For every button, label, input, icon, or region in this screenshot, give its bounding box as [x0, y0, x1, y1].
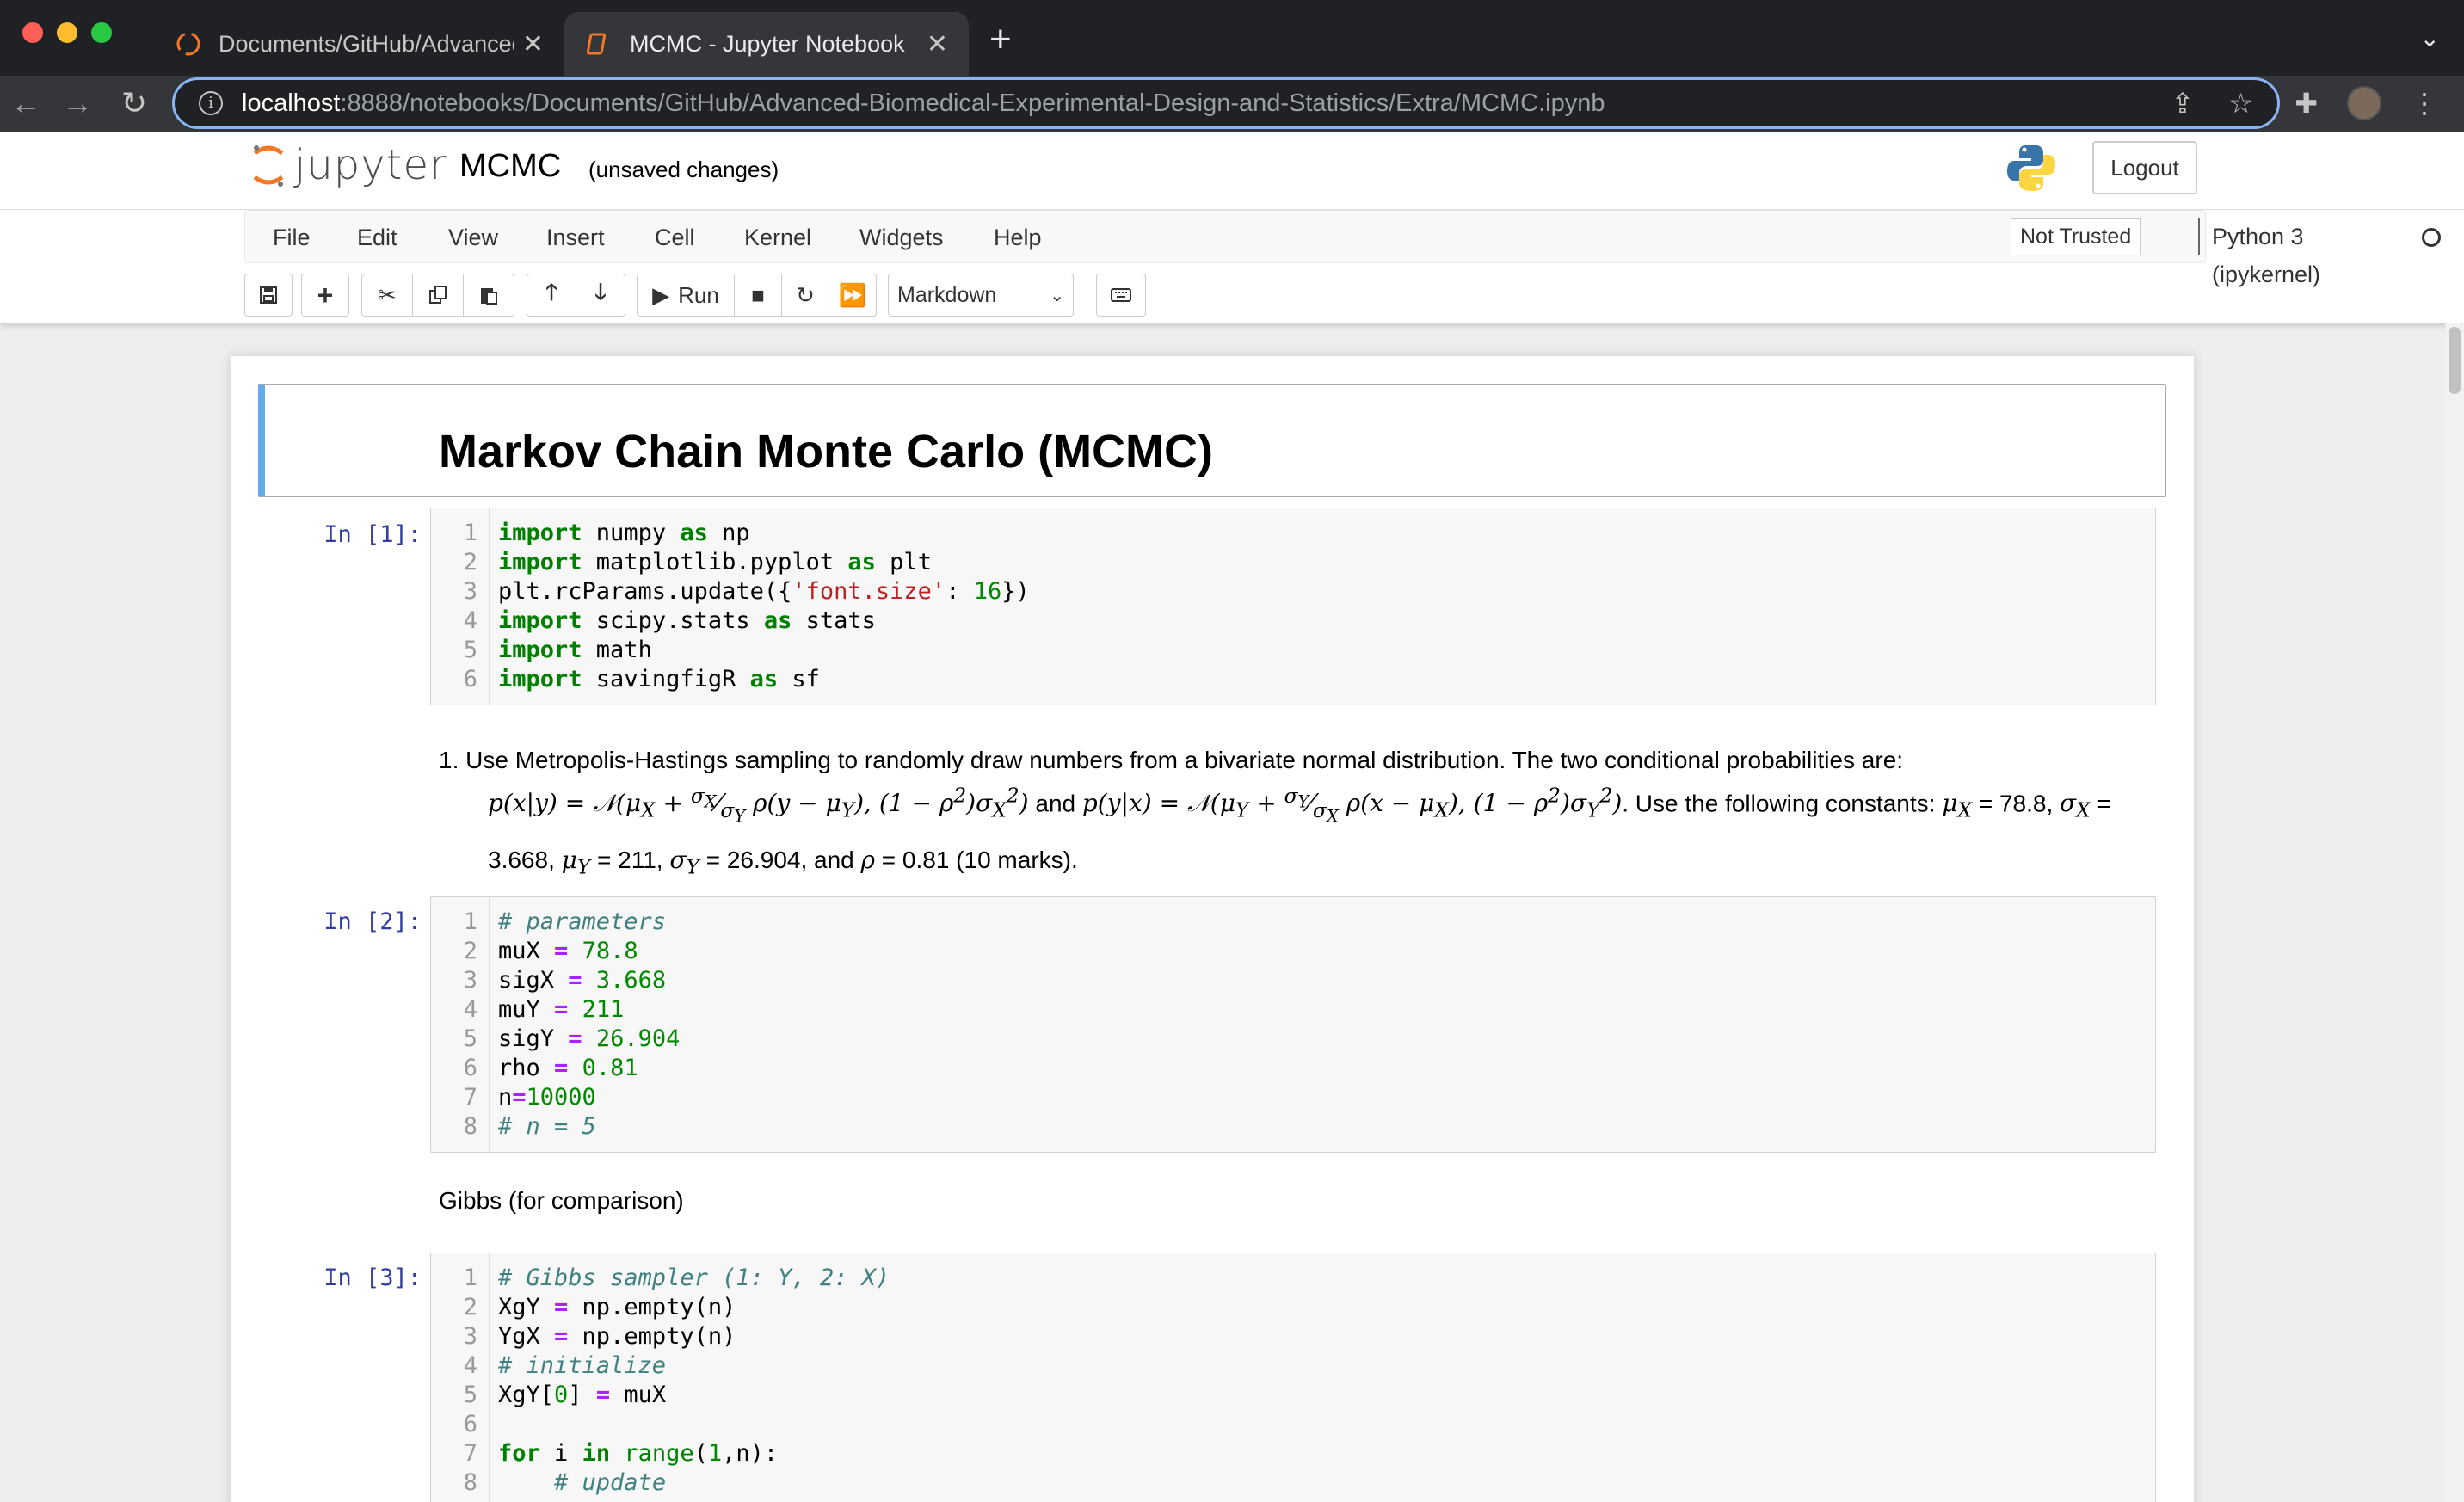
share-icon[interactable]: ⇪: [2171, 87, 2195, 120]
code-cell-gibbs[interactable]: 1 # Gibbs sampler (1: Y, 2: X) 2 XgY = np.…: [430, 1253, 2156, 1502]
close-tab-icon[interactable]: ✕: [927, 29, 948, 59]
paste-button[interactable]: [463, 274, 514, 317]
code-cell-imports[interactable]: 1 import numpy as np 2 import matplotlib.p…: [430, 508, 2156, 705]
notebook-title-heading: Markov Chain Monte Carlo (MCMC): [439, 426, 1214, 477]
floppy-disk-icon: [260, 286, 277, 304]
menu-file[interactable]: File: [273, 225, 311, 251]
copy-icon: [429, 286, 447, 304]
tab-label: Documents/GitHub/Advanced-: [219, 30, 514, 57]
url-path: :8888/notebooks/Documents/GitHub/Advance…: [340, 89, 1605, 117]
minimize-window-button[interactable]: [57, 22, 77, 43]
cell-prompt: In [3]:: [323, 1265, 422, 1291]
menu-widgets[interactable]: Widgets: [859, 225, 944, 251]
menu-cell[interactable]: Cell: [655, 225, 695, 251]
stop-square-icon: ■: [751, 281, 765, 308]
restart-run-all-button[interactable]: ⏩: [829, 274, 877, 317]
question-intro: Use Metropolis-Hastings sampling to rand…: [465, 747, 1904, 773]
bookmark-star-icon[interactable]: ☆: [2228, 87, 2253, 120]
browser-menu-icon[interactable]: ⋮: [2411, 87, 2438, 120]
command-palette-button[interactable]: [1096, 274, 1146, 317]
cell-prompt: In [2]:: [323, 908, 422, 935]
run-label: Run: [678, 281, 719, 308]
browser-tab-strip: Documents/GitHub/Advanced- ✕ MCMC - Jupy…: [0, 0, 2464, 76]
scrollbar-thumb[interactable]: [2449, 327, 2461, 394]
plus-icon: +: [317, 279, 334, 311]
menu-toolbar-container: File Edit View Insert Cell Kernel Widget…: [0, 210, 2464, 323]
notebook-name[interactable]: MCMC: [459, 148, 561, 185]
close-tab-icon[interactable]: ✕: [522, 29, 544, 59]
kernel-idle-indicator-icon: [2422, 228, 2441, 247]
jupyter-wordmark: jupyter: [294, 141, 447, 189]
notebook-favicon-icon: [586, 33, 607, 55]
menubar: File Edit View Insert Cell Kernel Widget…: [244, 210, 2441, 287]
cell-type-select[interactable]: Markdown ⌄: [888, 274, 1074, 317]
menu-insert[interactable]: Insert: [546, 225, 605, 251]
menu-edit[interactable]: Edit: [357, 225, 397, 251]
close-window-button[interactable]: [22, 22, 43, 43]
keyboard-icon: [1111, 288, 1131, 302]
save-button[interactable]: [244, 274, 293, 317]
equation-x-given-y: p(x|y) = 𝒩(μX + σX⁄σY ρ(y − μY), (1 − ρ2…: [488, 784, 1029, 827]
browser-toolbar: ← → ↻ i localhost:8888/notebooks/Documen…: [0, 76, 2464, 132]
url-host: localhost: [242, 89, 341, 117]
back-arrow-icon[interactable]: ←: [7, 84, 45, 122]
menu-kernel[interactable]: Kernel: [744, 225, 811, 251]
menu-view[interactable]: View: [448, 225, 498, 251]
restart-button[interactable]: ↻: [781, 274, 829, 317]
logout-button[interactable]: Logout: [2092, 141, 2197, 194]
gibbs-markdown: Gibbs (for comparison): [439, 1187, 684, 1214]
site-info-icon[interactable]: i: [199, 91, 223, 115]
python-logo-icon: [2007, 145, 2055, 191]
page-scrollbar[interactable]: [2445, 323, 2464, 1502]
forward-arrow-icon[interactable]: →: [59, 84, 96, 122]
new-tab-icon[interactable]: +: [989, 19, 1012, 60]
play-icon: ▶: [652, 281, 670, 308]
restart-icon: ↻: [796, 281, 815, 308]
chevron-down-icon: ⌄: [1050, 286, 1064, 305]
fast-forward-icon: ⏩: [838, 281, 867, 308]
save-status: (unsaved changes): [588, 157, 779, 182]
trust-indicator[interactable]: Not Trusted: [2011, 218, 2141, 255]
browser-tab-documents[interactable]: Documents/GitHub/Advanced- ✕: [153, 12, 564, 76]
tab-label: MCMC - Jupyter Notebook: [630, 30, 905, 57]
run-button[interactable]: ▶ Run: [637, 274, 735, 317]
jupyter-favicon-icon: [176, 32, 200, 56]
cell-prompt: In [1]:: [323, 521, 422, 548]
code-cell-parameters[interactable]: 1 # parameters 2 muX = 78.8 3 sigX = 3.668 …: [430, 896, 2156, 1153]
cut-button[interactable]: ✂: [361, 274, 413, 317]
arrow-up-icon: 🡑: [545, 279, 557, 305]
question-number: 1.: [439, 747, 459, 773]
reload-icon[interactable]: ↻: [115, 84, 153, 122]
tab-search-chevron-icon[interactable]: ⌄: [2420, 24, 2440, 52]
extensions-puzzle-icon[interactable]: ✚: [2295, 87, 2318, 120]
menu-help[interactable]: Help: [994, 225, 1042, 251]
browser-tab-mcmc[interactable]: MCMC - Jupyter Notebook ✕: [564, 12, 969, 76]
arrow-down-icon: 🡓: [594, 279, 607, 305]
move-up-button[interactable]: 🡑: [527, 274, 576, 317]
question-equations: p(x|y) = 𝒩(μX + σX⁄σY ρ(y − μY), (1 − ρ2…: [488, 784, 2111, 879]
jupyter-orbit-icon: [253, 145, 284, 187]
jupyter-header: jupyter MCMC (unsaved changes) Logout: [0, 132, 2464, 210]
equation-y-given-x: p(y|x) = 𝒩(μY + σY⁄σX ρ(x − μX), (1 − ρ2…: [1081, 784, 1623, 827]
interrupt-button[interactable]: ■: [734, 274, 782, 317]
move-down-button[interactable]: 🡓: [576, 274, 625, 317]
cell-type-value: Markdown: [897, 282, 997, 307]
address-bar[interactable]: i localhost:8888/notebooks/Documents/Git…: [172, 77, 2280, 129]
jupyter-logo[interactable]: jupyter: [249, 141, 447, 189]
maximize-window-button[interactable]: [91, 22, 112, 43]
copy-button[interactable]: [412, 274, 464, 317]
scissors-icon: ✂: [378, 281, 397, 308]
kernel-name[interactable]: Python 3 (ipykernel): [2198, 218, 2320, 287]
profile-avatar[interactable]: [2347, 86, 2381, 120]
paste-clipboard-icon: [481, 288, 497, 305]
insert-cell-button[interactable]: +: [301, 274, 349, 317]
